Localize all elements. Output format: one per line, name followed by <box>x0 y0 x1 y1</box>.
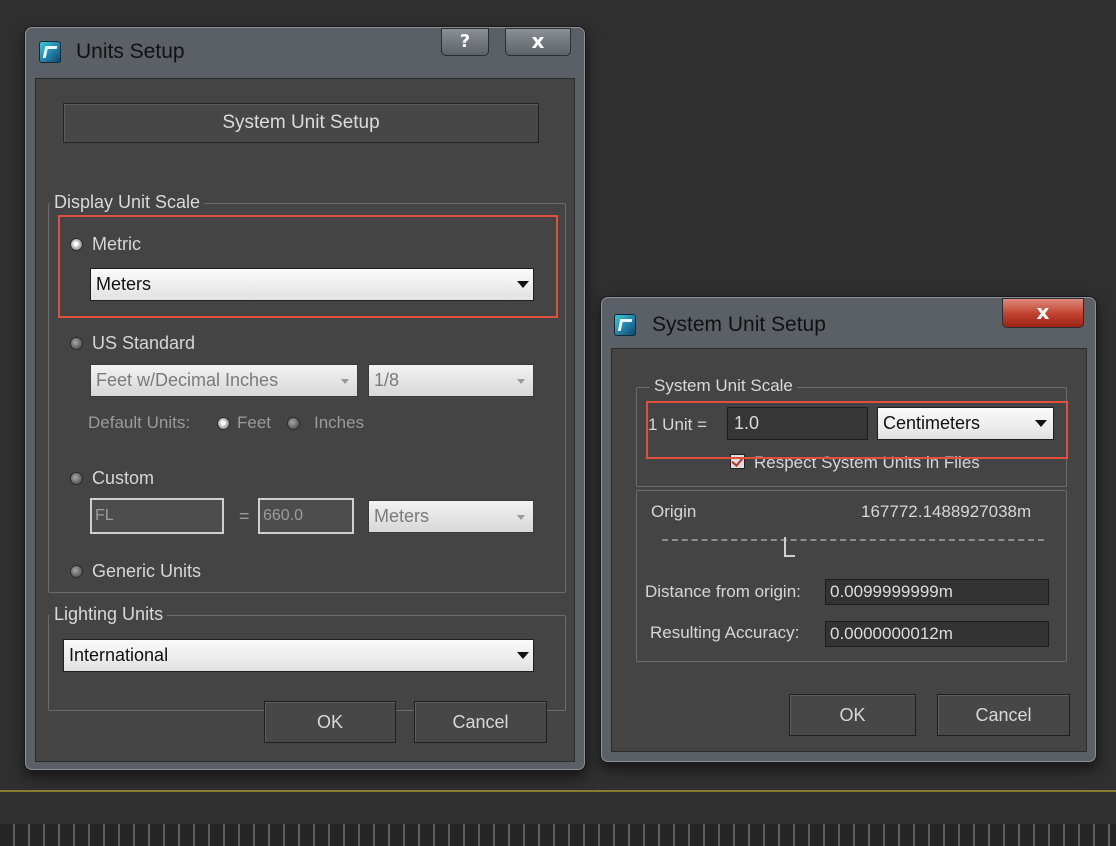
default-units-label: Default Units: <box>88 413 191 432</box>
system-unit-setup-client: System Unit Scale 1 Unit = 1.0 Centimete… <box>611 348 1087 752</box>
lighting-units-dropdown-value: International <box>69 645 169 665</box>
cancel-button[interactable]: Cancel <box>937 694 1070 736</box>
system-unit-setup-button[interactable]: System Unit Setup <box>63 103 539 143</box>
metric-highlight-box <box>58 215 558 318</box>
origin-slider-thumb[interactable] <box>784 537 795 557</box>
feet-label[interactable]: Feet <box>237 413 271 433</box>
resulting-accuracy-value: 0.0000000012m <box>825 621 1049 647</box>
system-unit-scale-label: System Unit Scale <box>650 376 797 396</box>
units-setup-window: Units Setup ? x System Unit Setup Displa… <box>25 27 585 770</box>
fraction-dropdown-value: 1/8 <box>374 370 400 390</box>
system-unit-setup-titlebar[interactable]: System Unit Setup x <box>602 298 1095 348</box>
close-button[interactable]: x <box>1002 298 1084 328</box>
distance-from-origin-label: Distance from origin: <box>645 582 801 601</box>
custom-value-field[interactable]: 660.0 <box>258 498 354 534</box>
generic-units-radio[interactable] <box>70 565 83 578</box>
us-standard-dropdown[interactable]: Feet w/Decimal Inches <box>90 364 358 397</box>
units-setup-title: Units Setup <box>76 40 185 63</box>
lighting-units-dropdown[interactable]: International <box>63 639 534 672</box>
us-standard-dropdown-value: Feet w/Decimal Inches <box>96 370 279 390</box>
custom-unit-dropdown[interactable]: Meters <box>368 500 534 533</box>
custom-radio[interactable] <box>70 472 83 485</box>
chevron-down-icon <box>341 379 349 384</box>
app-logo-icon <box>39 41 61 63</box>
us-standard-label[interactable]: US Standard <box>92 333 195 354</box>
origin-label: Origin <box>651 502 697 521</box>
inches-radio[interactable] <box>287 417 300 430</box>
distance-from-origin-value: 0.0099999999m <box>825 579 1049 605</box>
custom-equals-label: = <box>239 506 250 526</box>
chevron-down-icon <box>517 379 525 384</box>
timeline-divider <box>0 790 1116 792</box>
custom-unit-dropdown-value: Meters <box>374 506 430 526</box>
us-standard-radio[interactable] <box>70 337 83 350</box>
ok-button[interactable]: OK <box>789 694 916 736</box>
display-unit-scale-label: Display Unit Scale <box>50 192 205 213</box>
origin-slider-track[interactable] <box>662 539 1044 541</box>
system-unit-setup-title: System Unit Setup <box>652 313 826 336</box>
chevron-down-icon <box>517 652 529 659</box>
app-logo-icon <box>614 314 636 336</box>
help-button[interactable]: ? <box>441 28 489 56</box>
unit-scale-highlight-box <box>646 401 1068 459</box>
chevron-down-icon <box>517 515 525 520</box>
lighting-units-label: Lighting Units <box>50 604 168 625</box>
units-setup-titlebar[interactable]: Units Setup ? x <box>26 28 584 78</box>
fraction-dropdown[interactable]: 1/8 <box>368 364 534 397</box>
units-setup-client: System Unit Setup Display Unit Scale Met… <box>35 78 575 762</box>
timeline-ruler <box>0 824 1116 846</box>
custom-label[interactable]: Custom <box>92 468 154 489</box>
feet-radio[interactable] <box>217 417 230 430</box>
cancel-button[interactable]: Cancel <box>414 701 547 743</box>
ok-button[interactable]: OK <box>264 701 396 743</box>
inches-label[interactable]: Inches <box>314 413 364 433</box>
resulting-accuracy-label: Resulting Accuracy: <box>650 623 800 642</box>
generic-units-label[interactable]: Generic Units <box>92 561 201 582</box>
system-unit-setup-window: System Unit Setup x System Unit Scale 1 … <box>601 297 1096 762</box>
close-button[interactable]: x <box>505 28 571 56</box>
origin-value: 167772.1488927038m <box>861 502 1032 521</box>
custom-name-field[interactable]: FL <box>90 498 224 534</box>
